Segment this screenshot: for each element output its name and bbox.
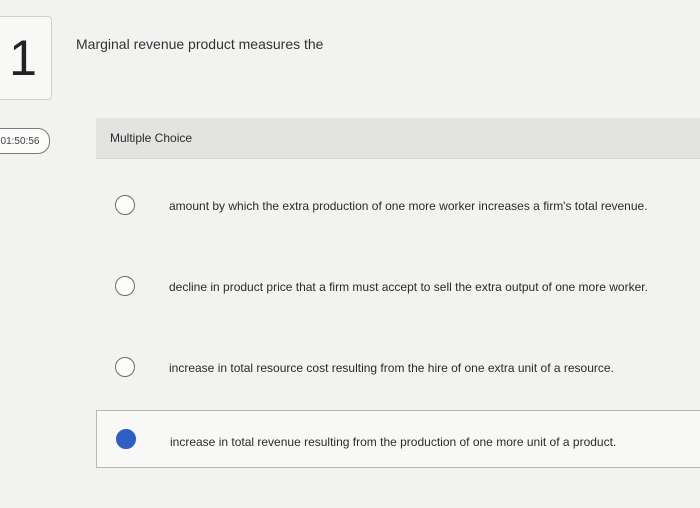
radio-button-icon[interactable] [115, 276, 135, 296]
multiple-choice-label: Multiple Choice [110, 131, 193, 145]
radio-button-icon[interactable] [115, 195, 135, 215]
answer-choice-2[interactable]: decline in product price that a firm mus… [96, 257, 700, 313]
answer-choice-1[interactable]: amount by which the extra production of … [96, 176, 700, 232]
answer-choice-text: increase in total revenue resulting from… [170, 435, 617, 449]
question-number-box: 1 [0, 16, 52, 100]
multiple-choice-header: Multiple Choice [96, 118, 700, 159]
question-prompt: Marginal revenue product measures the [76, 36, 324, 52]
timer-badge: 01:50:56 [0, 128, 50, 154]
answer-choice-text: amount by which the extra production of … [169, 199, 648, 213]
question-number: 1 [9, 30, 37, 86]
radio-button-icon[interactable] [115, 357, 135, 377]
radio-button-selected-icon[interactable] [116, 429, 136, 449]
answer-choice-text: decline in product price that a firm mus… [169, 280, 648, 294]
answer-choice-3[interactable]: increase in total resource cost resultin… [96, 338, 700, 394]
answer-choice-text: increase in total resource cost resultin… [169, 361, 614, 375]
timer-value: 01:50:56 [0, 135, 40, 147]
answer-choice-4[interactable]: increase in total revenue resulting from… [96, 410, 700, 468]
